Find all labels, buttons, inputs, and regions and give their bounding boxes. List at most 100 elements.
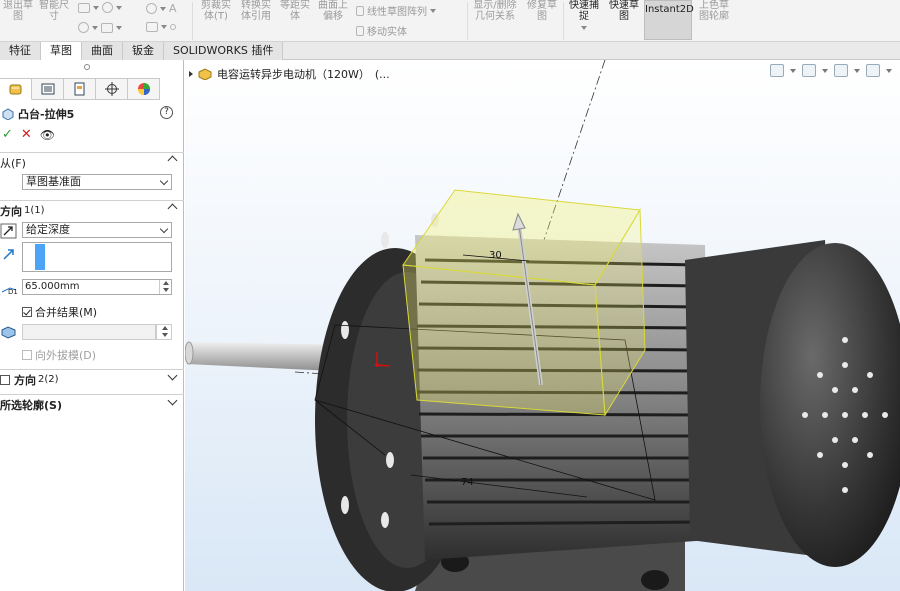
feature-manager-icon [9, 84, 21, 95]
offset-entities-label-2: 体 [290, 11, 300, 22]
rectangle-caret-icon [93, 5, 99, 10]
fillet-icon [146, 22, 158, 32]
draft-angle-spinner [156, 324, 172, 340]
end-condition-value: 给定深度 [26, 223, 70, 236]
rapid-sketch-button[interactable]: 快速草 图 [605, 0, 643, 42]
fillet-tools[interactable] [146, 22, 176, 32]
arc-tools[interactable] [78, 22, 122, 33]
direction1-label: 方向 [0, 204, 22, 218]
tab-features[interactable]: 特征 [0, 42, 41, 60]
offset-on-surface-label-1: 曲面上 [318, 0, 348, 11]
help-button[interactable]: ? [160, 106, 173, 119]
relations-label-1: 显示/删除 [473, 0, 517, 11]
property-manager-icon [41, 83, 54, 95]
exit-sketch-button[interactable]: 退出草 图 [0, 0, 36, 42]
polygon-icon [102, 2, 113, 13]
from-select[interactable]: 草图基准面 [22, 174, 172, 190]
circle-icon [78, 22, 89, 33]
point-icon [170, 24, 176, 30]
extrude-preview [402, 189, 646, 417]
shaft-end [185, 341, 194, 365]
move-entities-button[interactable]: 移动实体 [356, 23, 407, 38]
smart-dimension-label-1: 智能尺 [39, 0, 69, 11]
quick-snaps-label-1: 快速捕 [569, 0, 599, 11]
ok-check-icon[interactable]: ✓ [2, 127, 13, 142]
line-tools[interactable] [78, 2, 122, 13]
base-hole-right [641, 570, 669, 590]
offset-on-surface-label-2: 偏移 [323, 11, 343, 22]
tab-sketch[interactable]: 草图 [41, 42, 82, 60]
motor-model-canvas[interactable]: 30 74 [185, 60, 900, 591]
depth-spinner[interactable] [159, 280, 171, 294]
tab-sheet-metal[interactable]: 钣金 [123, 42, 164, 60]
repair-sketch-button[interactable]: 修复草 图 [522, 0, 562, 42]
ribbon-separator-3 [563, 2, 564, 40]
move-entities-label: 移动实体 [367, 27, 407, 38]
linear-pattern-button[interactable]: 线性草图阵列 [356, 3, 436, 18]
quick-snaps-button[interactable]: 快速捕 捉 [566, 0, 602, 42]
repair-sketch-label-1: 修复草 [527, 0, 557, 11]
polygon-caret-icon [116, 5, 122, 10]
merge-result-label: 合并结果(M) [35, 306, 98, 319]
selected-contours-expand-chevron-icon [167, 395, 178, 406]
offset-on-surface-button[interactable]: 曲面上 偏移 [314, 0, 352, 42]
from-section-header[interactable]: 从(F) [0, 152, 184, 172]
slot-caret-icon [116, 25, 122, 30]
graphics-viewport[interactable]: 电容运转异步电动机（120W） (... 30 74 [185, 60, 900, 591]
from-collapse-chevron-icon [167, 155, 178, 166]
panel-collapse-handle[interactable] [84, 64, 90, 70]
circle-caret-icon [92, 25, 98, 30]
depth-icon: D1 [0, 280, 20, 299]
move-icon [356, 25, 364, 36]
linear-pattern-caret-icon [430, 8, 436, 13]
direction2-section-header[interactable]: 方向 2(2) [0, 369, 184, 389]
shaded-sketch-label-2: 图轮廓 [699, 11, 729, 22]
direction2-checkbox[interactable] [0, 374, 10, 385]
panel-tabs [0, 78, 160, 100]
direction2-label: 方向 [14, 373, 36, 387]
end-condition-select[interactable]: 给定深度 [22, 222, 172, 238]
direction-vector-selection-box[interactable] [22, 242, 172, 272]
crosshair-icon [104, 82, 119, 96]
cancel-x-icon[interactable]: ✕ [21, 127, 32, 142]
shaded-sketch-label-1: 上色草 [699, 0, 729, 11]
rapid-sketch-label-1: 快速草 [609, 0, 639, 11]
linear-pattern-label: 线性草图阵列 [367, 7, 427, 18]
property-manager-panel: 凸台-拉伸5 ? ✓ ✕ 👁 从(F) 草图基准面 方向 1(1) 给定深度 D… [0, 60, 184, 591]
tab-solidworks-addins[interactable]: SOLIDWORKS 插件 [164, 42, 284, 60]
color-wheel-icon [137, 83, 150, 95]
smart-dimension-button[interactable]: 智能尺 寸 [36, 0, 72, 42]
display-manager-tab[interactable] [128, 78, 160, 100]
draft-outward-box [22, 350, 32, 360]
depth-input[interactable]: 65.000mm [22, 279, 172, 295]
direction1-collapse-chevron-icon [167, 203, 178, 214]
selected-contours-label: 所选轮廓(S) [0, 398, 62, 412]
spline-tools[interactable]: A [146, 2, 177, 15]
draft-angle-select [22, 324, 156, 340]
direction1-sublabel: 1(1) [24, 205, 45, 216]
tab-surfaces[interactable]: 曲面 [82, 42, 123, 60]
dimxpert-manager-tab[interactable] [96, 78, 128, 100]
convert-entities-button[interactable]: 转换实 体引用 [236, 0, 276, 42]
smart-dimension-label-2: 寸 [49, 11, 59, 22]
direction1-section-header[interactable]: 方向 1(1) [0, 200, 184, 220]
feature-title: 凸台-拉伸5 [2, 106, 74, 122]
draft-icon[interactable] [0, 324, 18, 343]
reverse-direction-icon[interactable] [0, 223, 18, 242]
dimension-30-text: 30 [489, 250, 502, 261]
draft-outward-checkbox: 向外拔模(D) [22, 347, 96, 363]
slot-icon [101, 22, 113, 33]
selected-contours-section-header[interactable]: 所选轮廓(S) [0, 394, 184, 414]
trim-entities-button[interactable]: 剪裁实 体(T) [196, 0, 236, 42]
configuration-manager-tab[interactable] [64, 78, 96, 100]
shaded-sketch-contours-button[interactable]: 上色草 图轮廓 [694, 0, 734, 42]
preview-eye-icon[interactable]: 👁 [40, 128, 55, 142]
configuration-manager-icon [74, 82, 84, 96]
merge-result-checkbox[interactable]: 合并结果(M) [22, 304, 97, 320]
display-delete-relations-button[interactable]: 显示/删除 几何关系 [470, 0, 520, 42]
property-manager-tab[interactable] [32, 78, 64, 100]
instant2d-button[interactable]: Instant2D [644, 0, 694, 40]
feature-manager-tab[interactable] [0, 78, 32, 100]
relations-label-2: 几何关系 [475, 11, 515, 22]
offset-entities-button[interactable]: 等距实 体 [276, 0, 314, 42]
